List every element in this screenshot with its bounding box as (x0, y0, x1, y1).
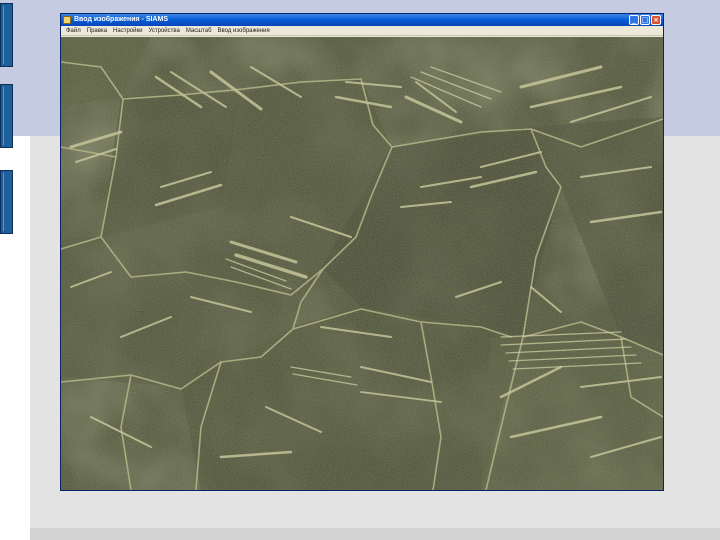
maximize-button[interactable]: □ (640, 15, 650, 25)
window-controls: _ □ × (629, 15, 661, 25)
menu-scale[interactable]: Масштаб (183, 26, 215, 36)
micrograph-viewport[interactable] (61, 37, 663, 490)
menu-settings[interactable]: Настройки (110, 26, 145, 36)
close-button[interactable]: × (651, 15, 661, 25)
title-bar[interactable]: Ввод изображения - SIAMS _ □ × (61, 14, 663, 26)
slide-panel-shadow (30, 528, 720, 540)
slide-side-tab (0, 170, 13, 234)
menu-devices[interactable]: Устройства (145, 26, 182, 36)
menu-bar: Файл Правка Настройки Устройства Масштаб… (61, 26, 663, 36)
micrograph-image (61, 37, 663, 490)
app-icon (63, 16, 71, 24)
app-window: Ввод изображения - SIAMS _ □ × Файл Прав… (60, 13, 664, 491)
menu-image-input[interactable]: Ввод изображения (215, 26, 273, 36)
slide-side-tab (0, 84, 13, 148)
window-title: Ввод изображения - SIAMS (74, 16, 168, 23)
minimize-button[interactable]: _ (629, 15, 639, 25)
menu-edit[interactable]: Правка (84, 26, 110, 36)
slide-side-tab (0, 3, 13, 67)
menu-file[interactable]: Файл (63, 26, 84, 36)
